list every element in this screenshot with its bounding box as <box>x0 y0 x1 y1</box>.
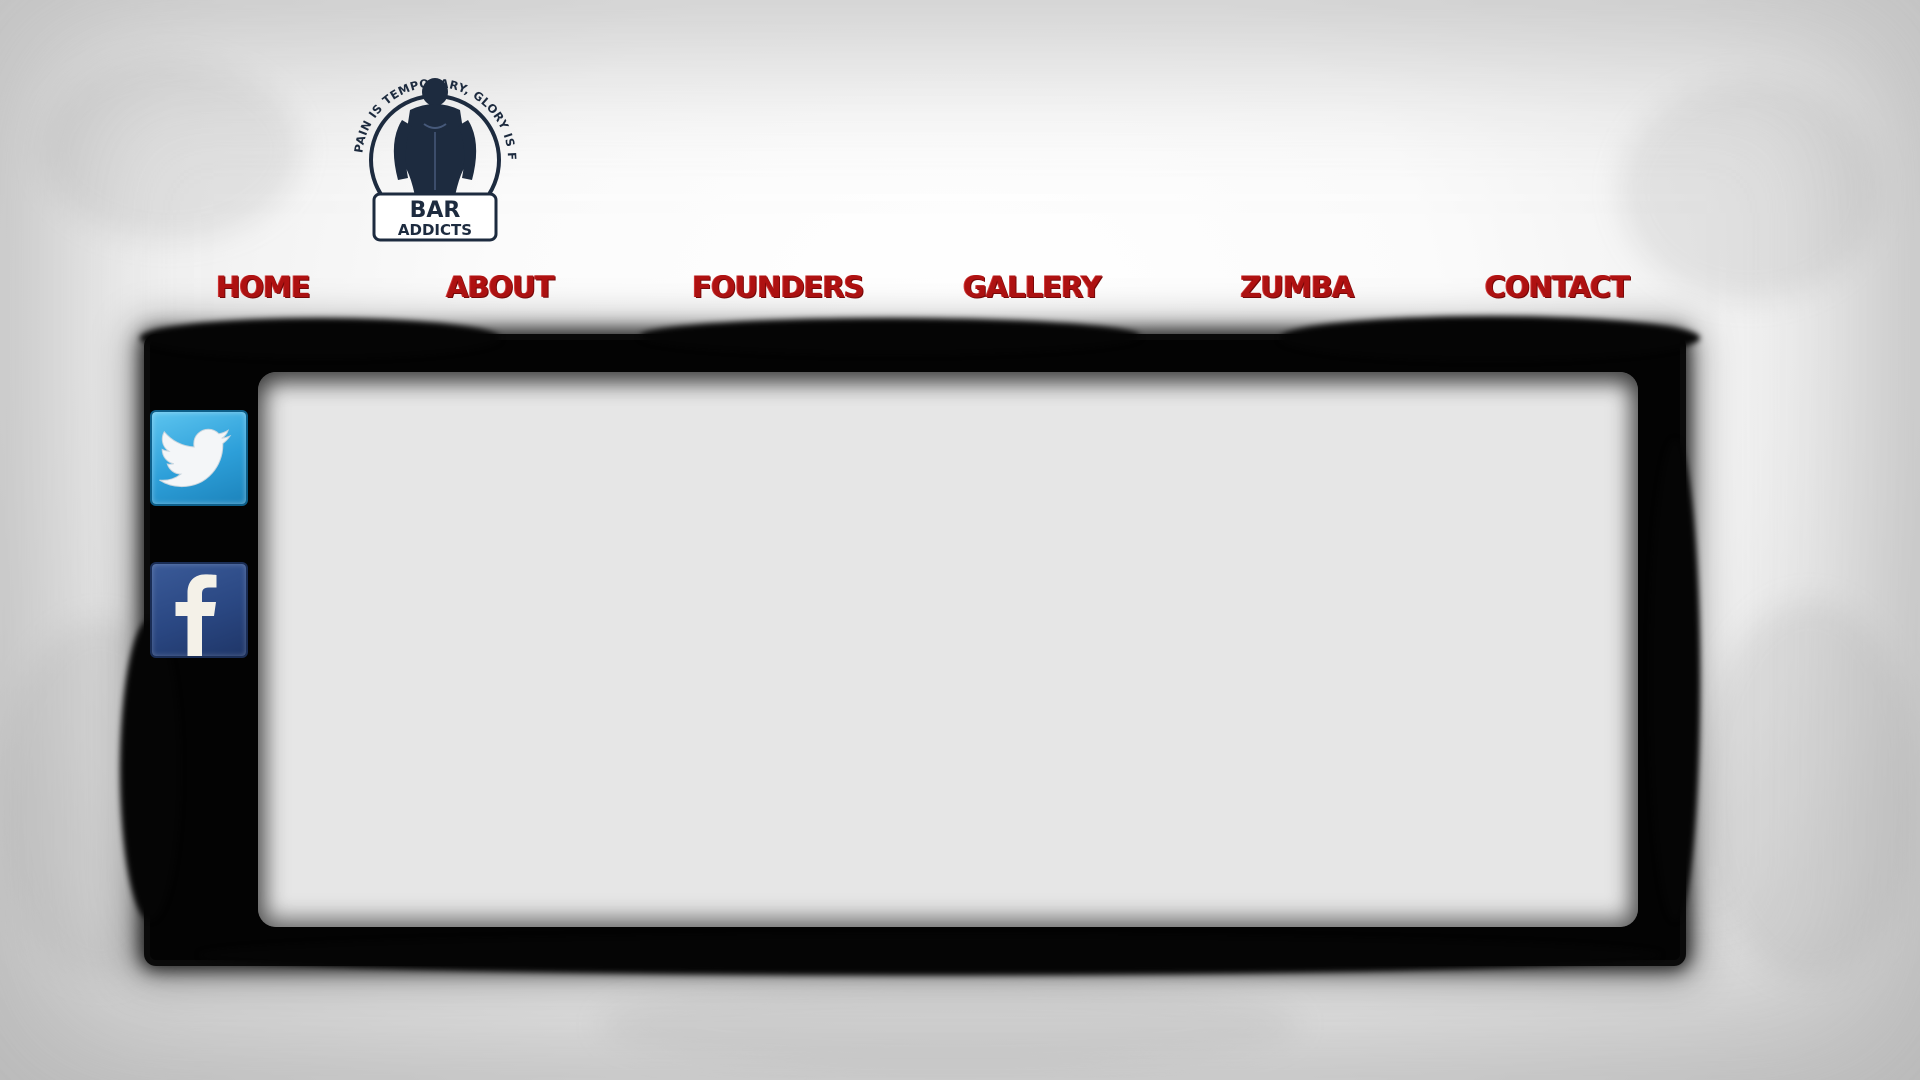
nav-item-gallery[interactable]: GALLERY <box>963 270 1102 304</box>
svg-text:BAR: BAR <box>410 198 461 223</box>
nav-item-about[interactable]: ABOUT <box>446 270 555 304</box>
grunge-texture <box>1620 80 1880 300</box>
nav-item-founders[interactable]: FOUNDERS <box>692 270 864 304</box>
twitter-bird-icon <box>159 428 232 488</box>
frame-grunge-edge <box>120 620 180 920</box>
frame-grunge-edge <box>640 318 1140 354</box>
grunge-texture <box>1700 600 1920 980</box>
nav-item-zumba[interactable]: ZUMBA <box>1241 270 1355 304</box>
nav-item-contact[interactable]: CONTACT <box>1485 270 1630 304</box>
brand-logo[interactable]: PAIN IS TEMPORARY, GLORY IS FOREVER. BAR… <box>335 51 530 252</box>
twitter-button[interactable] <box>152 412 246 504</box>
nav-item-home[interactable]: HOME <box>216 270 311 304</box>
frame-grunge-edge <box>140 318 500 358</box>
main-nav: HOME ABOUT FOUNDERS GALLERY ZUMBA CONTAC… <box>0 270 1920 320</box>
content-area[interactable] <box>258 372 1638 927</box>
frame-grunge-edge <box>1650 440 1700 920</box>
grunge-texture <box>40 60 300 240</box>
grunge-texture <box>600 980 1300 1070</box>
facebook-button[interactable] <box>152 564 246 656</box>
frame-grunge-edge <box>1280 316 1700 360</box>
facebook-f-icon <box>175 574 217 656</box>
logo-emblem-icon: PAIN IS TEMPORARY, GLORY IS FOREVER. BAR… <box>335 51 519 242</box>
svg-text:ADDICTS: ADDICTS <box>398 221 472 239</box>
frame-grunge-edge <box>200 935 1660 975</box>
